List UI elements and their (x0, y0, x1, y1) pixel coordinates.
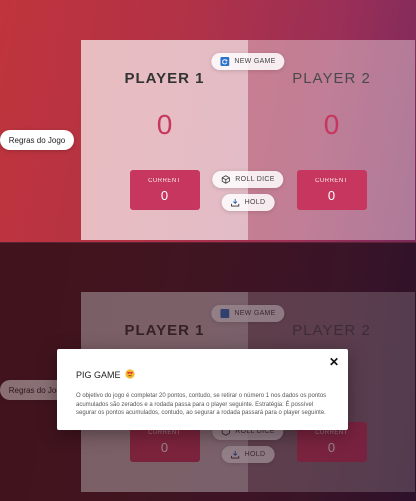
game-screen: Regras do Jogo PLAYER 1 0 CURRENT 0 PLAY… (0, 0, 416, 243)
close-icon[interactable]: ✕ (329, 356, 339, 368)
new-game-button[interactable]: NEW GAME (211, 53, 285, 70)
player-2-panel: PLAYER 2 0 CURRENT 0 (248, 40, 415, 240)
game-board: PLAYER 1 0 CURRENT 0 PLAYER 2 0 CURRENT … (81, 40, 415, 240)
hold-button[interactable]: HOLD (221, 194, 275, 211)
player-2-current-box: CURRENT 0 (296, 170, 367, 210)
hold-label: HOLD (244, 199, 266, 206)
player-1-current-value: 0 (160, 187, 169, 203)
modal-title: PIG GAME (76, 369, 135, 381)
refresh-icon (220, 57, 230, 66)
dice-icon (221, 175, 230, 184)
player-1-name: PLAYER 1 (124, 70, 205, 87)
player-2-current-label: CURRENT (315, 177, 348, 184)
modal-title-text: PIG GAME (76, 370, 121, 380)
rules-modal: ✕ PIG GAME O objetivo do jogo é completa… (57, 349, 348, 430)
player-1-panel: PLAYER 1 0 CURRENT 0 (81, 40, 248, 240)
player-2-score: 0 (323, 109, 340, 141)
player-2-current-value: 0 (327, 187, 336, 203)
player-1-current-label: CURRENT (148, 177, 181, 184)
new-game-label: NEW GAME (234, 58, 276, 65)
player-1-score: 0 (156, 109, 173, 141)
rules-button[interactable]: Regras do Jogo (0, 130, 74, 150)
player-2-name: PLAYER 2 (292, 70, 371, 87)
roll-dice-button[interactable]: ROLL DICE (212, 171, 284, 188)
download-icon (231, 198, 240, 207)
rules-button-label: Regras do Jogo (8, 135, 66, 145)
heart-eyes-emoji-icon (124, 369, 135, 381)
player-1-current-box: CURRENT 0 (129, 170, 200, 210)
roll-dice-label: ROLL DICE (235, 176, 275, 183)
modal-body-text: O objetivo do jogo é completar 20 pontos… (76, 393, 327, 416)
